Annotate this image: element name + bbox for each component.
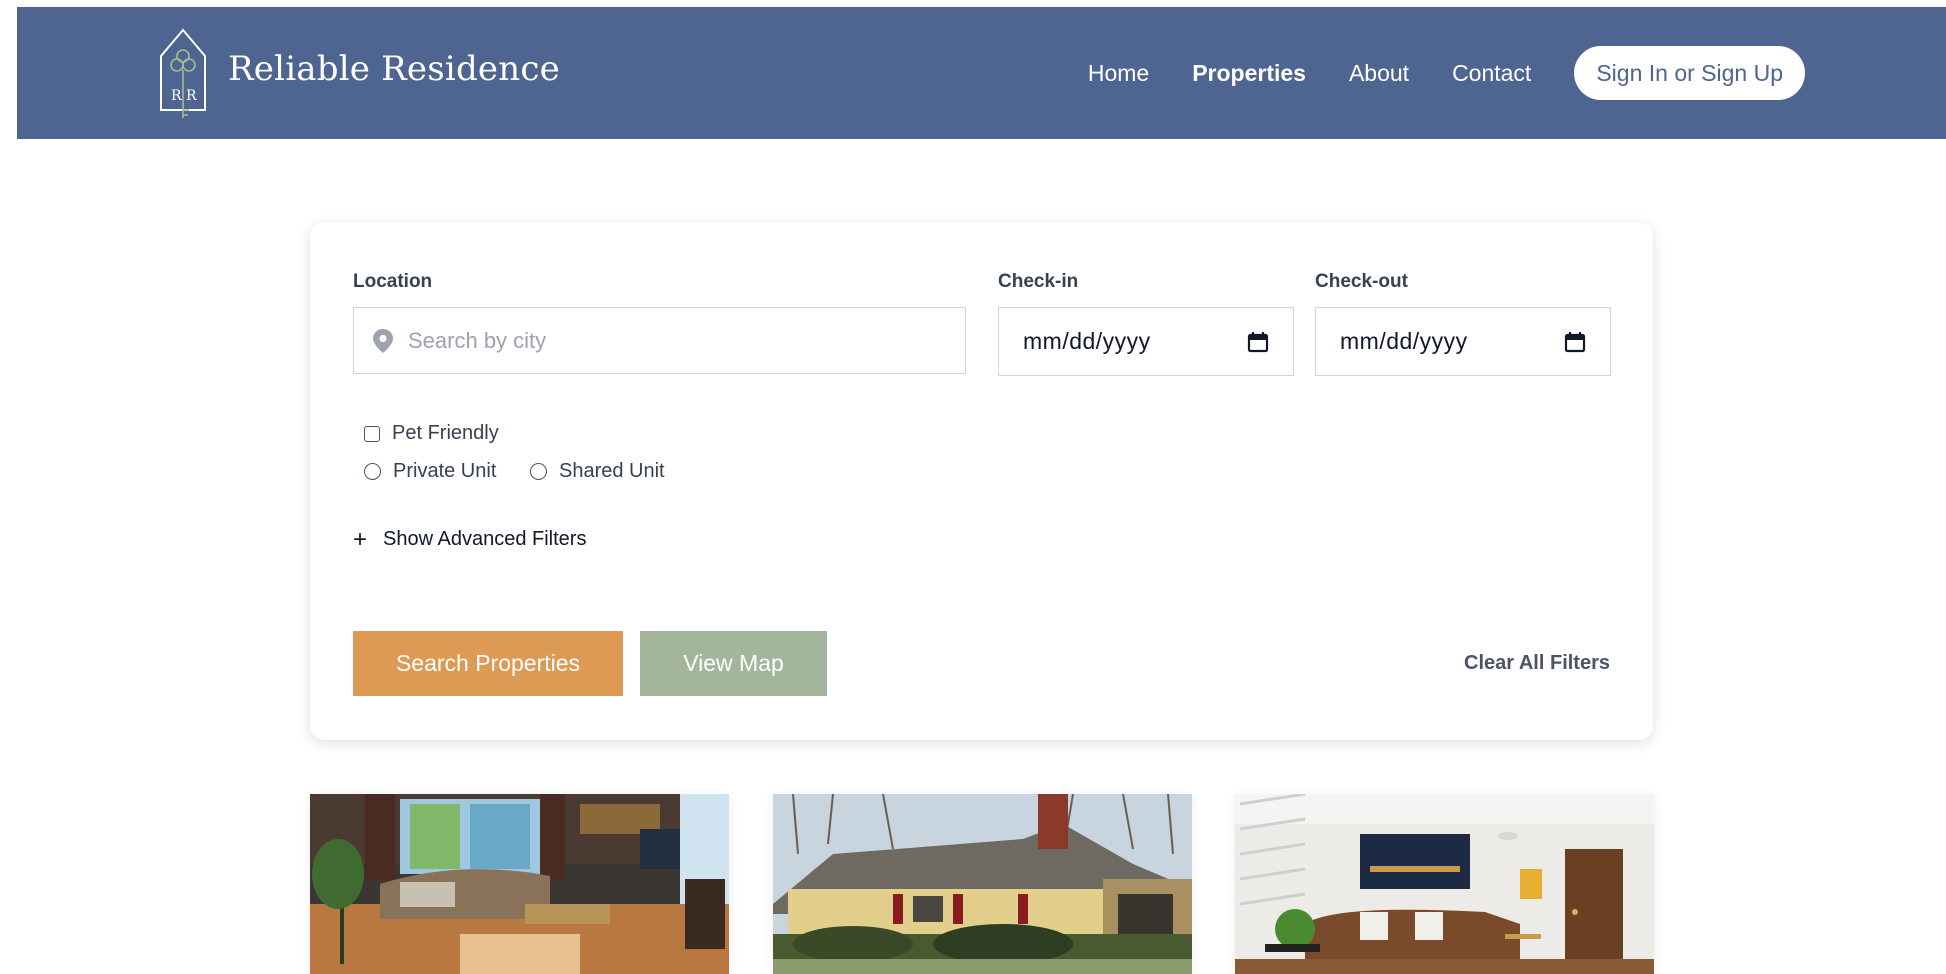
pet-friendly-label[interactable]: Pet Friendly — [392, 422, 499, 445]
check-in-value: mm/dd/yyyy — [1023, 328, 1151, 354]
check-in-label: Check-in — [998, 271, 1079, 292]
check-out-date-input[interactable]: mm/dd/yyyy — [1315, 307, 1611, 376]
shared-unit-option[interactable]: Shared Unit — [530, 460, 665, 483]
view-map-button[interactable]: View Map — [640, 631, 827, 696]
check-out-label: Check-out — [1315, 271, 1408, 292]
logo-initials: R — [171, 88, 182, 104]
location-search-input[interactable] — [408, 327, 948, 354]
pet-friendly-option[interactable]: Pet Friendly — [364, 422, 499, 445]
nav-about[interactable]: About — [1349, 60, 1409, 87]
brand-name[interactable]: Reliable Residence — [228, 49, 560, 89]
property-card[interactable] — [310, 794, 729, 974]
advanced-filters-toggle[interactable]: + Show Advanced Filters — [353, 525, 586, 553]
plus-icon: + — [353, 525, 368, 553]
map-pin-icon — [373, 328, 393, 353]
location-field[interactable] — [353, 307, 966, 374]
private-unit-label[interactable]: Private Unit — [393, 460, 496, 483]
search-properties-button[interactable]: Search Properties — [353, 631, 623, 696]
check-out-value: mm/dd/yyyy — [1340, 328, 1468, 354]
search-filter-card: Location Check-in mm/dd/yyyy Check-out m… — [310, 222, 1653, 740]
location-label: Location — [353, 271, 433, 292]
advanced-filters-label[interactable]: Show Advanced Filters — [383, 528, 586, 551]
brand[interactable]: R R Reliable Residence — [157, 26, 560, 120]
house-exterior-photo[interactable] — [773, 794, 1192, 974]
private-unit-radio[interactable] — [364, 463, 381, 480]
check-in-date-input[interactable]: mm/dd/yyyy — [998, 307, 1294, 376]
lounge-interior-photo[interactable] — [1235, 794, 1654, 974]
private-unit-option[interactable]: Private Unit — [364, 460, 496, 483]
nav-contact[interactable]: Contact — [1452, 60, 1531, 87]
property-card[interactable] — [773, 794, 1192, 974]
property-card[interactable] — [1235, 794, 1654, 974]
nav-home[interactable]: Home — [1088, 60, 1149, 87]
shared-unit-label[interactable]: Shared Unit — [559, 460, 665, 483]
living-room-photo[interactable] — [310, 794, 729, 974]
sign-in-button[interactable]: Sign In or Sign Up — [1574, 46, 1805, 100]
main-nav: Home Properties About Contact Sign In or… — [1088, 46, 1805, 100]
nav-properties[interactable]: Properties — [1192, 60, 1306, 87]
pet-friendly-checkbox[interactable] — [364, 425, 380, 442]
clear-all-filters-link[interactable]: Clear All Filters — [1464, 652, 1610, 675]
shared-unit-radio[interactable] — [530, 463, 547, 480]
house-key-logo-icon: R R — [160, 28, 206, 118]
svg-text:R: R — [186, 88, 197, 104]
calendar-icon[interactable] — [1564, 331, 1586, 353]
site-header: R R Reliable Residence Home Properties A… — [17, 7, 1946, 139]
calendar-icon[interactable] — [1247, 331, 1269, 353]
